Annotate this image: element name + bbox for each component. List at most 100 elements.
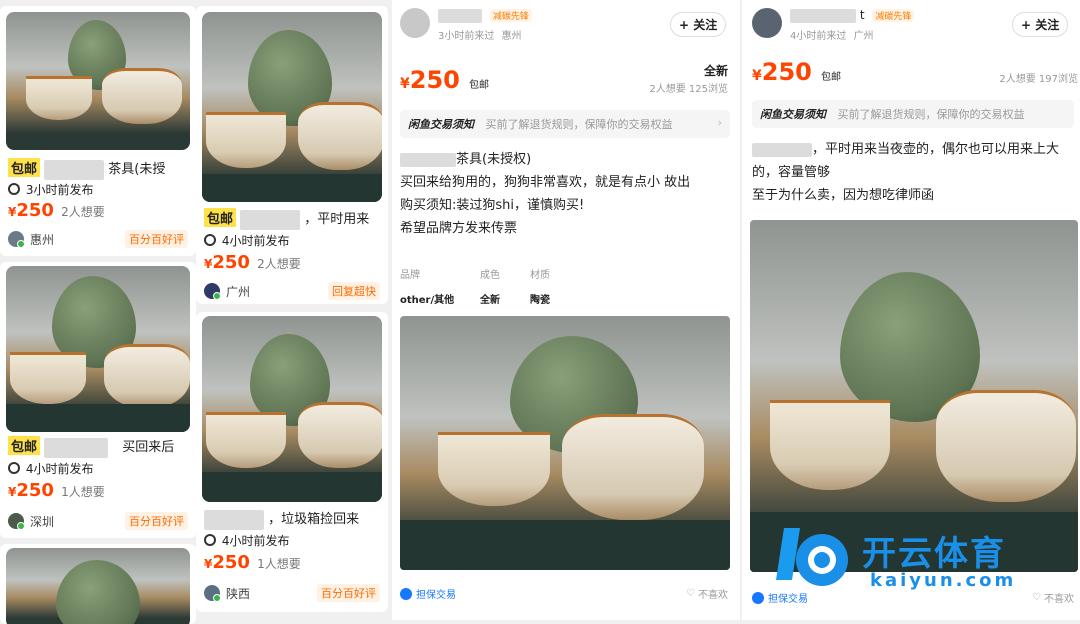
listing-title: 买回来后 [122,440,175,455]
price: ¥250 [752,58,812,86]
seller-badge: 百分百好评 [125,230,188,248]
watermark: 开云体育 kaiyun.com [766,520,1066,600]
seller-avatar[interactable] [400,8,430,38]
follow-button[interactable]: + 关注 [670,12,727,37]
listing-title: 茶具(未授 [108,162,166,177]
blurred-text [44,159,105,180]
clock-icon [204,234,216,246]
trade-notice[interactable]: 闲鱼交易须知 买前了解退货规则，保障你的交易权益 [752,100,1074,128]
clock-icon [204,534,216,546]
watermark-url: kaiyun.com [870,570,1017,591]
stats: 2人想要 197浏览 [999,74,1078,85]
notice-title: 闲鱼交易须知 [760,108,826,121]
publish-time: 4小时前发布 [221,234,290,248]
follow-button[interactable]: + 关注 [1012,12,1069,37]
attributes: 品牌 other/其他 成色全新 材质陶瓷 [400,266,600,306]
location: 深圳 [30,514,55,529]
item-detail-1: 减碳先锋 3小时前来过 惠州 + 关注 ¥250 包邮 全新 2人想要 125浏… [392,0,740,620]
blurred-seller-name [438,8,482,23]
product-photo [202,12,382,202]
free-shipping-tag: 包邮 [8,436,41,455]
price: ¥250 [400,66,460,94]
seller-city: 广州 [853,31,874,42]
seller-name: t [859,8,865,22]
guarantee-label: 担保交易 [416,590,456,601]
description: ，平时用来当夜壶的，偶尔也可以用来上大 的，容量管够 至于为什么卖，因为想吃律师… [752,142,1060,203]
logo-icon [776,528,848,586]
heart-icon: ♡ [686,588,695,599]
attr-value: 陶瓷 [530,295,550,306]
stats: 2人想要 125浏览 [649,84,728,95]
listing-card[interactable]: 包邮 茶具(未授 3小时前发布 ¥250 2人想要 惠州 百分百好评 [0,6,196,256]
listing-card[interactable]: 包邮 买回来后 4小时前发布 ¥250 1人想要 深圳 百分百好评 [0,262,196,538]
seller-badge: 回复超快 [328,282,380,300]
listing-card[interactable]: 包邮 ，平时用来 4小时前发布 ¥250 2人想要 广州 回复超快 [196,6,388,304]
notice-text: 买前了解退货规则，保障你的交易权益 [837,108,1025,121]
blurred-text [400,152,456,167]
shield-icon [752,591,764,604]
location: 广州 [226,284,251,299]
dislike-button[interactable]: ♡ 不喜欢 [686,586,728,601]
publish-time: 4小时前发布 [25,462,94,476]
seller-city: 惠州 [501,31,522,42]
avatar-icon[interactable] [204,283,221,300]
publish-time: 4小时前发布 [221,534,290,548]
listing-card[interactable] [0,544,196,624]
publish-time: 3小时前发布 [25,183,94,197]
carbon-badge: 减碳先锋 [872,9,915,22]
blurred-text [240,209,301,230]
location: 惠州 [30,232,55,247]
attr-label: 品牌 [400,270,420,281]
description: 茶具(未授权) 买回来给狗用的，狗狗非常喜欢，就是有点小 故出 购买须知:装过狗… [400,152,691,236]
seller-badge: 百分百好评 [317,584,380,602]
blurred-text [752,142,812,157]
carbon-badge: 减碳先锋 [489,9,532,22]
want-count: 2人想要 [257,257,301,271]
listing-column-1: 包邮 茶具(未授 3小时前发布 ¥250 2人想要 惠州 百分百好评 包邮 买回… [0,0,196,624]
avatar-icon[interactable] [204,585,221,602]
price: ¥250 [204,252,250,273]
attr-label: 成色 [480,270,500,281]
price: ¥250 [8,480,54,501]
last-seen: 4小时前来过 [790,31,847,42]
blurred-seller-name [790,8,856,23]
shipping-label: 包邮 [468,80,489,91]
watermark-brand: 开云体育 [862,534,1006,574]
last-seen: 3小时前来过 [438,31,495,42]
shield-icon [400,587,412,600]
listing-title: ，垃圾箱捡回来 [268,512,360,527]
chevron-right-icon: › [717,116,722,129]
seller-avatar[interactable] [752,8,782,38]
notice-title: 闲鱼交易须知 [408,118,474,131]
free-shipping-tag: 包邮 [204,208,237,227]
clock-icon [8,462,20,474]
listing-title: ，平时用来 [304,212,370,227]
location: 陕西 [226,586,251,601]
price: ¥250 [8,200,54,221]
product-photo [202,316,382,502]
product-photo [6,266,190,432]
product-photo [6,12,190,150]
shipping-label: 包邮 [820,72,841,83]
want-count: 1人想要 [61,485,105,499]
free-shipping-tag: 包邮 [8,158,41,177]
blurred-text [44,437,109,458]
blurred-text [204,509,264,530]
condition-tag: 全新 [703,64,728,78]
want-count: 2人想要 [61,205,105,219]
avatar-icon[interactable] [8,513,25,530]
listing-column-2: 包邮 ，平时用来 4小时前发布 ¥250 2人想要 广州 回复超快 ，垃圾箱捡回… [196,0,390,620]
product-photo[interactable] [400,316,730,570]
product-photo [6,548,190,624]
avatar-icon[interactable] [8,231,25,248]
clock-icon [8,183,20,195]
price: ¥250 [204,552,250,573]
attr-value: 全新 [480,295,500,306]
notice-text: 买前了解退货规则，保障你的交易权益 [485,118,673,131]
attr-value: other/其他 [400,295,455,306]
listing-card[interactable]: ，垃圾箱捡回来 4小时前发布 ¥250 1人想要 陕西 百分百好评 [196,312,388,612]
attr-label: 材质 [530,270,550,281]
want-count: 1人想要 [257,557,301,571]
trade-notice[interactable]: 闲鱼交易须知 买前了解退货规则，保障你的交易权益 › [400,110,730,138]
seller-badge: 百分百好评 [125,512,188,530]
